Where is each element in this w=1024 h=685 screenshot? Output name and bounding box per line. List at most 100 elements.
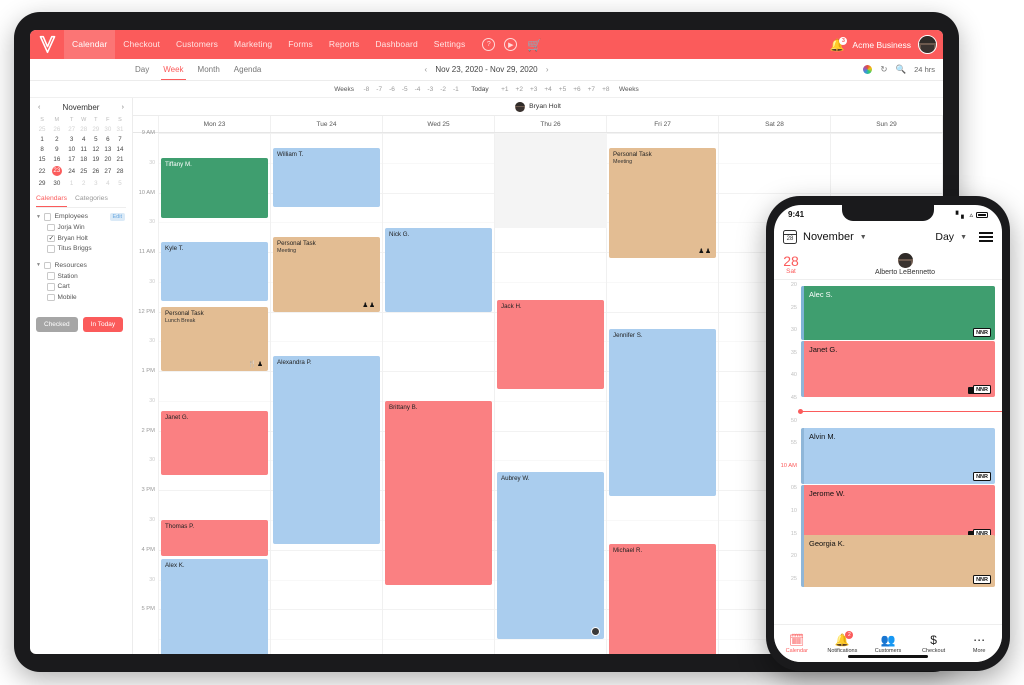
week-offset+2[interactable]: +2 [512,85,526,94]
view-selector[interactable]: Day [935,231,954,243]
day-header-fri-27[interactable]: Fri 27 [607,116,719,132]
mini-cal-day[interactable]: 30 [48,178,66,188]
sidebar-item-jorja-win[interactable]: Jorja Win [47,223,126,232]
search-icon[interactable]: 🔍 [896,64,907,75]
mini-cal-prev-icon[interactable]: ‹ [38,104,40,111]
mini-cal-day[interactable]: 20 [102,155,114,165]
mini-cal-day[interactable]: 6 [102,134,114,144]
phone-tab-calendar[interactable]: 🗓 Calendar [774,634,820,654]
day-header-sat-28[interactable]: Sat 28 [719,116,831,132]
phone-tab-more[interactable]: ⋯ More [956,634,1002,654]
calendar-event[interactable]: Michael R. [608,543,716,654]
selected-date[interactable]: 28 Sat [774,254,808,275]
mini-cal-day[interactable]: 17 [66,155,78,165]
calendar-event[interactable]: Personal Task Meeting ♟♟ [272,237,380,312]
mini-cal-day[interactable]: 14 [114,144,126,154]
chevron-down-icon[interactable]: ▼ [36,214,41,220]
sidebar-item-bryan-holt[interactable]: Bryan Holt [47,234,126,242]
nav-item-forms[interactable]: Forms [280,30,321,59]
prev-week-button[interactable]: ‹ [418,65,433,74]
mini-cal-day[interactable]: 4 [78,134,90,144]
day-header-thu-26[interactable]: Thu 26 [495,116,607,132]
mini-cal-day[interactable]: 23 [48,165,66,178]
mini-cal-day[interactable]: 29 [36,178,48,188]
phone-calendar-event[interactable]: Alec S. NNR [801,286,995,340]
mini-cal-day[interactable]: 13 [102,144,114,154]
weeks-label-left[interactable]: Weeks [328,85,360,94]
employee-header[interactable]: Alberto LeBennetto [808,253,1002,276]
phone-tab-customers[interactable]: 👥 Customers [865,634,911,654]
nav-item-settings[interactable]: Settings [426,30,474,59]
day-header-sun-29[interactable]: Sun 29 [831,116,943,132]
mini-cal-day[interactable]: 7 [114,134,126,144]
mini-cal-day[interactable]: 15 [36,155,48,165]
calendar-event[interactable]: Nick G. [384,228,492,312]
group-resources[interactable]: ▼ Resources [36,261,126,270]
avatar[interactable] [918,35,937,54]
calendar-event[interactable]: Personal Task Lunch Break 🍴♟ [161,306,268,372]
weeks-label-right[interactable]: Weeks [613,85,645,94]
week-offset+7[interactable]: +7 [584,85,598,94]
mini-cal-day[interactable]: 1 [66,178,78,188]
phone-calendar-event[interactable]: Georgia K. NNR [801,535,995,587]
mini-cal-day[interactable]: 21 [114,155,126,165]
item-checkbox[interactable] [47,293,55,302]
mini-cal-day[interactable]: 12 [90,144,102,154]
week-offset-7[interactable]: -7 [373,85,386,94]
mini-cal-day[interactable]: 10 [66,144,78,154]
week-offset+6[interactable]: +6 [570,85,584,94]
day-header-mon-23[interactable]: Mon 23 [159,116,271,132]
chevron-down-icon[interactable]: ▼ [36,262,41,268]
mini-cal-day[interactable]: 26 [90,165,102,178]
mini-cal-day[interactable]: 4 [102,178,114,188]
week-offset-1[interactable]: -1 [449,85,462,94]
calendar-event[interactable]: Aubrey W. [497,472,604,640]
group-checkbox[interactable] [43,261,52,270]
group-employees[interactable]: ▼ Employees Edit [36,212,126,221]
week-offset-6[interactable]: -6 [386,85,399,94]
sidebar-item-mobile[interactable]: Mobile [47,293,126,302]
calendar-event[interactable]: Alex K. [161,558,268,654]
next-week-button[interactable]: › [540,65,555,74]
calendar-event[interactable]: Jennifer S. [608,329,716,497]
week-offset+8[interactable]: +8 [599,85,613,94]
hours-toggle[interactable]: 24 hrs [914,65,935,74]
item-checkbox[interactable] [47,223,55,232]
calendar-event[interactable]: Thomas P. [161,519,268,556]
question-circle-icon[interactable]: ? [482,38,496,51]
hamburger-menu-icon[interactable] [979,232,993,242]
chevron-down-icon[interactable]: ▼ [960,234,967,241]
calendar-event[interactable]: Brittany B. [384,400,492,586]
calendar-icon[interactable]: 28 [783,230,797,244]
mini-cal-day[interactable]: 28 [78,124,90,134]
week-offset+3[interactable]: +3 [526,85,540,94]
shopping-cart-icon[interactable]: 🛒 [527,39,542,51]
phone-tab-checkout[interactable]: $ Checkout [911,634,957,654]
mini-cal-day[interactable]: 3 [90,178,102,188]
nav-item-checkout[interactable]: Checkout [115,30,168,59]
mini-calendar[interactable]: SMTWTFS 25 26 27 28 29 30 31 1 2 3 4 5 6 7 8 9 10 11 12 13 1… [36,115,126,188]
nav-item-reports[interactable]: Reports [321,30,367,59]
mini-cal-day[interactable]: 3 [66,134,78,144]
nav-item-calendar[interactable]: Calendar [64,30,116,59]
sidebar-item-station[interactable]: Station [47,272,126,280]
calendar-event[interactable]: Jack H. [497,299,604,389]
week-offset+4[interactable]: +4 [541,85,555,94]
group-checkbox[interactable] [43,213,52,221]
mini-cal-day[interactable]: 11 [78,144,90,154]
mini-cal-day[interactable]: 19 [90,155,102,165]
play-circle-icon[interactable]: ▶ [504,38,518,51]
week-offset-3[interactable]: -3 [424,85,437,94]
item-checkbox[interactable] [47,245,55,253]
chevron-down-icon[interactable]: ▼ [860,234,867,241]
mini-cal-day[interactable]: 5 [90,134,102,144]
week-offset-8[interactable]: -8 [360,85,373,94]
week-offset-2[interactable]: -2 [437,85,450,94]
mini-cal-day[interactable]: 1 [36,134,48,144]
calendar-event[interactable]: Tiffany M. [161,158,268,218]
checked-button[interactable]: Checked [36,317,78,333]
month-selector[interactable]: November [803,231,854,243]
phone-calendar-event[interactable]: Jerome W. NNR [801,485,995,541]
phone-tab-notifications[interactable]: 🔔 2 Notifications [820,630,866,654]
color-wheel-icon[interactable] [863,65,873,74]
